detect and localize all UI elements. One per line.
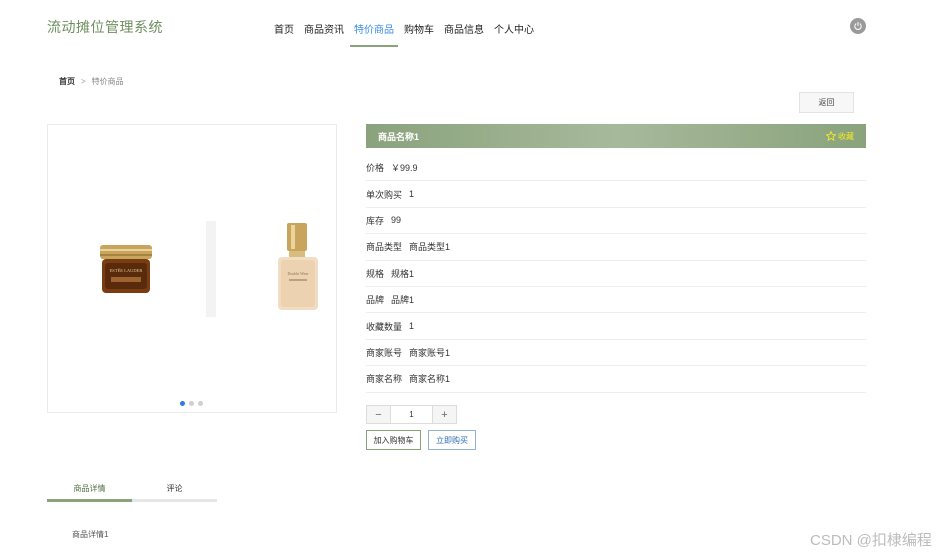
info-label: 价格 [366, 163, 385, 174]
info-row-favorite-count: 收藏数量 1 [366, 313, 866, 340]
tab-comments[interactable]: 评论 [132, 478, 217, 502]
breadcrumb: 首页 > 特价商品 [59, 76, 124, 87]
info-row-brand: 品牌 品牌1 [366, 287, 866, 314]
product-image-carousel[interactable]: ESTĒE LAUDER Double Wear [47, 124, 337, 413]
info-value: 99 [391, 215, 402, 226]
detail-tabs: 商品详情 评论 [47, 478, 217, 502]
info-label: 商家名称 [366, 374, 403, 385]
top-nav: 首页 商品资讯 特价商品 购物车 商品信息 个人中心 [270, 12, 540, 47]
quantity-increment-button[interactable]: + [432, 406, 456, 423]
carousel-indicators [180, 401, 207, 406]
info-value: 品牌1 [391, 295, 415, 306]
quantity-decrement-button[interactable]: − [367, 406, 391, 423]
info-label: 规格 [366, 268, 385, 279]
product-info-list: 价格 ￥99.9 单次购买 1 库存 99 商品类型 商品类型1 规格 规格1 … [366, 155, 866, 393]
foundation-bottle-image: Double Wear [278, 223, 318, 310]
product-detail-text: 商品详情1 [72, 530, 109, 539]
svg-text:ESTĒE LAUDER: ESTĒE LAUDER [110, 268, 143, 273]
back-button[interactable]: 返回 [799, 92, 854, 113]
star-outline-icon [826, 131, 836, 141]
breadcrumb-current: 特价商品 [91, 77, 124, 86]
info-row-price: 价格 ￥99.9 [366, 155, 866, 182]
info-row-merchant-name: 商家名称 商家名称1 [366, 366, 866, 393]
eye-cream-jar-image: ESTĒE LAUDER [100, 245, 152, 293]
info-row-purchase-limit: 单次购买 1 [366, 181, 866, 208]
carousel-dot[interactable] [189, 401, 194, 406]
quantity-stepper: − 1 + [366, 405, 457, 424]
info-value: 规格1 [391, 268, 415, 279]
add-to-cart-button[interactable]: 加入购物车 [366, 430, 421, 450]
breadcrumb-separator: > [81, 77, 86, 86]
info-value: 1 [409, 321, 415, 332]
nav-profile[interactable]: 个人中心 [490, 12, 538, 47]
quantity-input[interactable]: 1 [391, 406, 432, 423]
product-title-bar: 商品名称1 收藏 [366, 124, 866, 148]
info-label: 商家账号 [366, 347, 403, 358]
info-row-category: 商品类型 商品类型1 [366, 234, 866, 261]
power-glyph [854, 22, 862, 30]
svg-text:Double Wear: Double Wear [287, 271, 309, 276]
breadcrumb-home[interactable]: 首页 [59, 76, 75, 87]
product-title: 商品名称1 [378, 131, 420, 142]
carousel-next-slide-edge [206, 221, 216, 317]
favorite-label: 收藏 [838, 131, 854, 141]
nav-product-info[interactable]: 商品信息 [440, 12, 488, 47]
info-value: 1 [409, 189, 415, 200]
info-label: 收藏数量 [366, 321, 403, 332]
info-label: 单次购买 [366, 189, 403, 200]
carousel-dot[interactable] [180, 401, 185, 406]
info-value: 商品类型1 [409, 242, 451, 253]
nav-cart[interactable]: 购物车 [400, 12, 438, 47]
info-row-spec: 规格 规格1 [366, 261, 866, 287]
nav-home[interactable]: 首页 [270, 12, 298, 47]
nav-news[interactable]: 商品资讯 [300, 12, 348, 47]
info-label: 库存 [366, 215, 385, 226]
info-row-merchant-account: 商家账号 商家账号1 [366, 340, 866, 367]
app-brand: 流动摊位管理系统 [47, 19, 163, 35]
favorite-button[interactable]: 收藏 [826, 131, 854, 142]
carousel-dot[interactable] [198, 401, 203, 406]
info-value: 商家账号1 [409, 347, 451, 358]
buy-now-button[interactable]: 立即购买 [428, 430, 476, 450]
power-icon[interactable] [850, 18, 866, 34]
info-row-stock: 库存 99 [366, 208, 866, 235]
info-label: 商品类型 [366, 242, 403, 253]
nav-special-offers[interactable]: 特价商品 [350, 12, 398, 47]
info-value: ￥99.9 [391, 163, 418, 174]
tab-product-details[interactable]: 商品详情 [47, 478, 132, 502]
csdn-watermark: CSDN @扣棣编程 [810, 532, 932, 549]
info-value: 商家名称1 [409, 374, 451, 385]
info-label: 品牌 [366, 295, 385, 306]
